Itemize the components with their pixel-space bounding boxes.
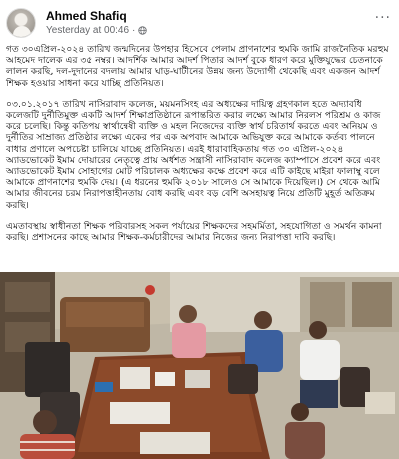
globe-icon [138, 26, 148, 35]
post-meta: Yesterday at 00:46 · [46, 25, 148, 36]
facebook-post: Ahmed Shafiq Yesterday at 00:46 · ··· গত… [0, 0, 399, 459]
post-body: গত ৩০এপ্রিল-২০২৪ তারিখ জন্মদিনের উপহার হ… [6, 44, 394, 253]
post-paragraph: এমতাবস্থায় স্বাধীনতা শিক্ষক পরিবারসহ সক… [6, 220, 382, 244]
post-header: Ahmed Shafiq Yesterday at 00:46 · ··· [6, 8, 393, 42]
post-paragraph: গত ৩০এপ্রিল-২০২৪ তারিখ জন্মদিনের উপহার হ… [6, 44, 389, 89]
post-paragraph: ০৩.০১.২০১৭ তারিখ নাসিরাবাদ কলেজ, ময়মনসি… [6, 98, 381, 211]
author-name[interactable]: Ahmed Shafiq [46, 9, 127, 23]
office-scene-image [0, 272, 399, 459]
post-timestamp[interactable]: Yesterday at 00:46 [46, 25, 129, 36]
avatar[interactable] [6, 8, 36, 38]
post-photo[interactable] [0, 272, 399, 459]
meta-separator: · [132, 25, 136, 36]
more-options-icon[interactable]: ··· [375, 10, 391, 26]
